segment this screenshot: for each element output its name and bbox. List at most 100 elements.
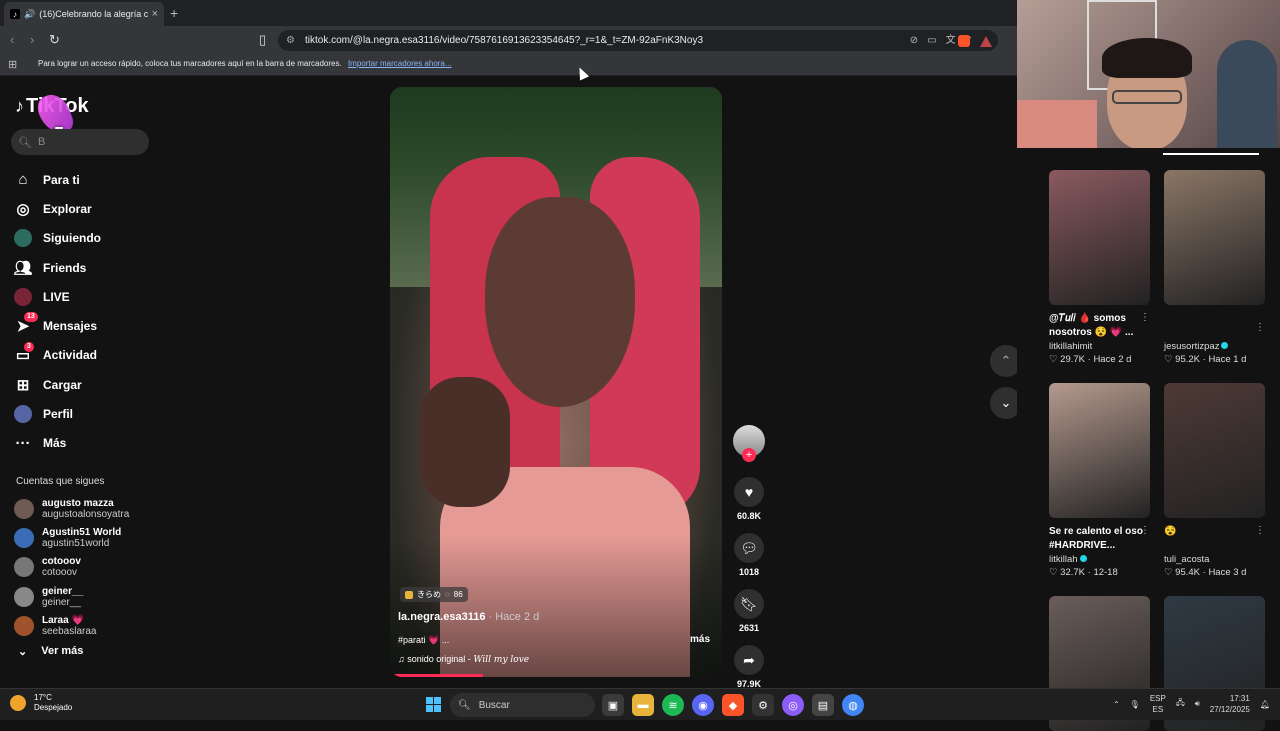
microphone-icon[interactable]: 🎙︎ <box>1130 700 1140 709</box>
recommended-panel: ⋮ @𝑇𝑢𝑙𝑖 🩸 somos nosotros 😵 💗 ... litkillah… <box>1017 148 1280 731</box>
sidebar-item-6[interactable]: ▭ 3 Actividad <box>14 341 101 370</box>
task-view-icon[interactable]: ▣ <box>602 694 624 716</box>
apps-grid-icon[interactable]: ⊞ <box>8 58 17 71</box>
video-username[interactable]: la.negra.esa3116 <box>398 611 485 623</box>
ver-mas-button[interactable]: ⌄ Ver más <box>18 645 83 658</box>
following-item[interactable]: geiner__ geiner__ <box>14 582 129 611</box>
following-item[interactable]: Laraa 💗 seebaslaraa <box>14 612 129 641</box>
sidebar-item-label: Siguiendo <box>43 231 101 246</box>
system-clock[interactable]: 17:31 27/12/2025 <box>1210 693 1250 715</box>
weather-widget[interactable]: 17°C Despejado <box>10 693 72 713</box>
windows-start-icon[interactable] <box>426 697 441 712</box>
recommended-video-card[interactable]: ⋮ @𝑇𝑢𝑙𝑖 🩸 somos nosotros 😵 💗 ... litkillah… <box>1049 170 1150 365</box>
chrome-icon[interactable]: ◍ <box>842 694 864 716</box>
language-indicator[interactable]: ESP ES <box>1150 693 1166 715</box>
discord-icon[interactable]: ◉ <box>692 694 714 716</box>
chevron-up-icon: ⌃ <box>1000 353 1012 368</box>
video-thumbnail[interactable] <box>1049 383 1150 518</box>
card-likes: 95.4K <box>1175 567 1200 578</box>
brave-browser-icon[interactable]: ◆ <box>722 694 744 716</box>
more-options-icon[interactable]: ⋮ <box>1255 322 1265 333</box>
follow-plus-icon[interactable]: + <box>742 448 756 462</box>
search-input[interactable]: 🔍︎ B <box>11 129 149 155</box>
save-action[interactable]: 🔖︎ 2631 <box>732 589 766 633</box>
steam-icon[interactable]: ⚙ <box>752 694 774 716</box>
tiktok-favicon-icon: ♪ <box>10 9 20 19</box>
comment-action[interactable]: 💬︎ 1018 <box>732 533 766 577</box>
following-item[interactable]: augusto mazza augustoalonsoyatra <box>14 494 129 523</box>
file-explorer-icon[interactable]: ▬ <box>632 694 654 716</box>
card-username[interactable]: tuli_acosta <box>1164 554 1265 565</box>
heart-icon[interactable]: ♥ <box>734 477 764 507</box>
bookmark-icon[interactable]: 🔖︎ <box>734 589 764 619</box>
card-username[interactable]: jesusortizpaz <box>1164 341 1265 352</box>
more-options-icon[interactable]: ⋮ <box>1255 525 1265 536</box>
like-action[interactable]: ♥ 60.8K <box>732 477 766 521</box>
recommended-video-card[interactable]: ⋮ jesusortizpaz ♡ 95.2K · Hace 1 d <box>1164 170 1265 365</box>
webcam-bed <box>1017 100 1097 148</box>
chevron-up-icon[interactable]: ⌃ <box>1113 700 1120 709</box>
close-tab-icon[interactable]: × <box>152 8 158 20</box>
moon-weather-icon <box>10 695 26 711</box>
search-placeholder: B <box>37 136 46 148</box>
share-arrow-icon[interactable]: ➦ <box>734 645 764 675</box>
new-tab-button[interactable]: + <box>170 5 178 21</box>
spotify-icon[interactable]: ≋ <box>662 694 684 716</box>
speaker-icon[interactable]: 🔊 <box>24 9 35 20</box>
recommended-video-card[interactable]: ⋮ Se re calento el oso #HARDRIVE... litkil… <box>1049 383 1150 578</box>
taskbar-search[interactable]: 🔍︎ Buscar <box>450 693 595 717</box>
notifications-icon[interactable]: 🔔︎ <box>1260 700 1270 709</box>
volume-icon[interactable]: 🔊︎ <box>1195 699 1200 709</box>
video-player[interactable]: きらめ ◌ 86 la.negra.esa3116 · Hace 2 d #pa… <box>390 87 722 677</box>
comment-icon[interactable]: 💬︎ <box>734 533 764 563</box>
following-handle: seebaslaraa <box>42 626 97 638</box>
video-thumbnail[interactable] <box>1164 170 1265 305</box>
reload-icon[interactable]: ↻ <box>49 32 60 48</box>
obs-icon[interactable]: ◎ <box>782 694 804 716</box>
video-thumbnail[interactable] <box>1164 383 1265 518</box>
video-sound[interactable]: ♫ sonido original - Will my love <box>398 654 529 665</box>
sidebar-item-8[interactable]: Perfil <box>14 399 101 428</box>
sidebar-item-5[interactable]: ➤ 13 Mensajes <box>14 311 101 340</box>
lang-region: ES <box>1152 705 1164 714</box>
translate-icon[interactable]: 文 <box>946 30 956 51</box>
following-handle: cotooov <box>42 567 78 579</box>
brave-shield-icon[interactable] <box>958 34 970 52</box>
network-icon[interactable]: 🖧 <box>1176 697 1185 711</box>
app-window-icon[interactable]: ▤ <box>812 694 834 716</box>
bookmark-icon[interactable]: ▯ <box>259 32 266 48</box>
video-progress-bar[interactable] <box>390 674 483 677</box>
following-name: geiner__ <box>42 585 84 597</box>
following-item[interactable]: Agustin51 World agustin51world <box>14 523 129 552</box>
back-arrow-icon[interactable]: ‹ <box>10 32 14 47</box>
sidebar-item-9[interactable]: ··· Más <box>14 429 101 458</box>
import-bookmarks-link[interactable]: Importar marcadores ahora... <box>348 59 452 68</box>
card-username[interactable]: litkillah <box>1049 554 1150 565</box>
effect-chip[interactable]: きらめ ◌ 86 <box>400 587 468 602</box>
card-username[interactable]: litkillahimit <box>1049 341 1150 352</box>
browser-tab[interactable]: ♪ 🔊 (16)Celebrando la alegría con × <box>4 2 164 26</box>
no-sound-icon[interactable]: ⊘ <box>910 30 918 51</box>
avatar <box>14 287 32 306</box>
video-thumbnail[interactable] <box>1049 170 1150 305</box>
more-options-icon[interactable]: ⋮ <box>1140 312 1150 323</box>
card-caption: Se re calento el oso #HARDRIVE... <box>1049 526 1143 551</box>
more-options-icon[interactable]: ⋮ <box>1140 525 1150 536</box>
sidebar-item-1[interactable]: ◎ Explorar <box>14 194 101 223</box>
more-description-button[interactable]: más <box>690 634 710 645</box>
share-action[interactable]: ➦ 97.9K <box>732 645 766 689</box>
address-bar[interactable]: ⚙ tiktok.com/@la.negra.esa3116/video/758… <box>278 30 998 51</box>
following-item[interactable]: cotooov cotooov <box>14 553 129 582</box>
sidebar-item-3[interactable]: 👥︎ Friends <box>13 253 101 282</box>
author-avatar[interactable]: + <box>733 425 765 462</box>
cast-icon[interactable]: ▭ <box>927 30 936 51</box>
sidebar-item-7[interactable]: ⊞ Cargar <box>14 370 101 399</box>
brave-rewards-icon[interactable] <box>980 34 992 52</box>
forward-arrow-icon[interactable]: › <box>30 32 34 47</box>
recommended-video-card[interactable]: ⋮ 😵 tuli_acosta ♡ 95.4K · Hace 3 d <box>1164 383 1265 578</box>
sidebar-item-4[interactable]: LIVE <box>14 282 101 311</box>
sidebar-item-0[interactable]: ⌂ Para ti <box>14 165 101 194</box>
site-info-icon[interactable]: ⚙ <box>286 30 295 51</box>
video-author[interactable]: la.negra.esa3116 · Hace 2 d <box>398 611 539 623</box>
sidebar-item-2[interactable]: Siguiendo <box>14 224 101 253</box>
